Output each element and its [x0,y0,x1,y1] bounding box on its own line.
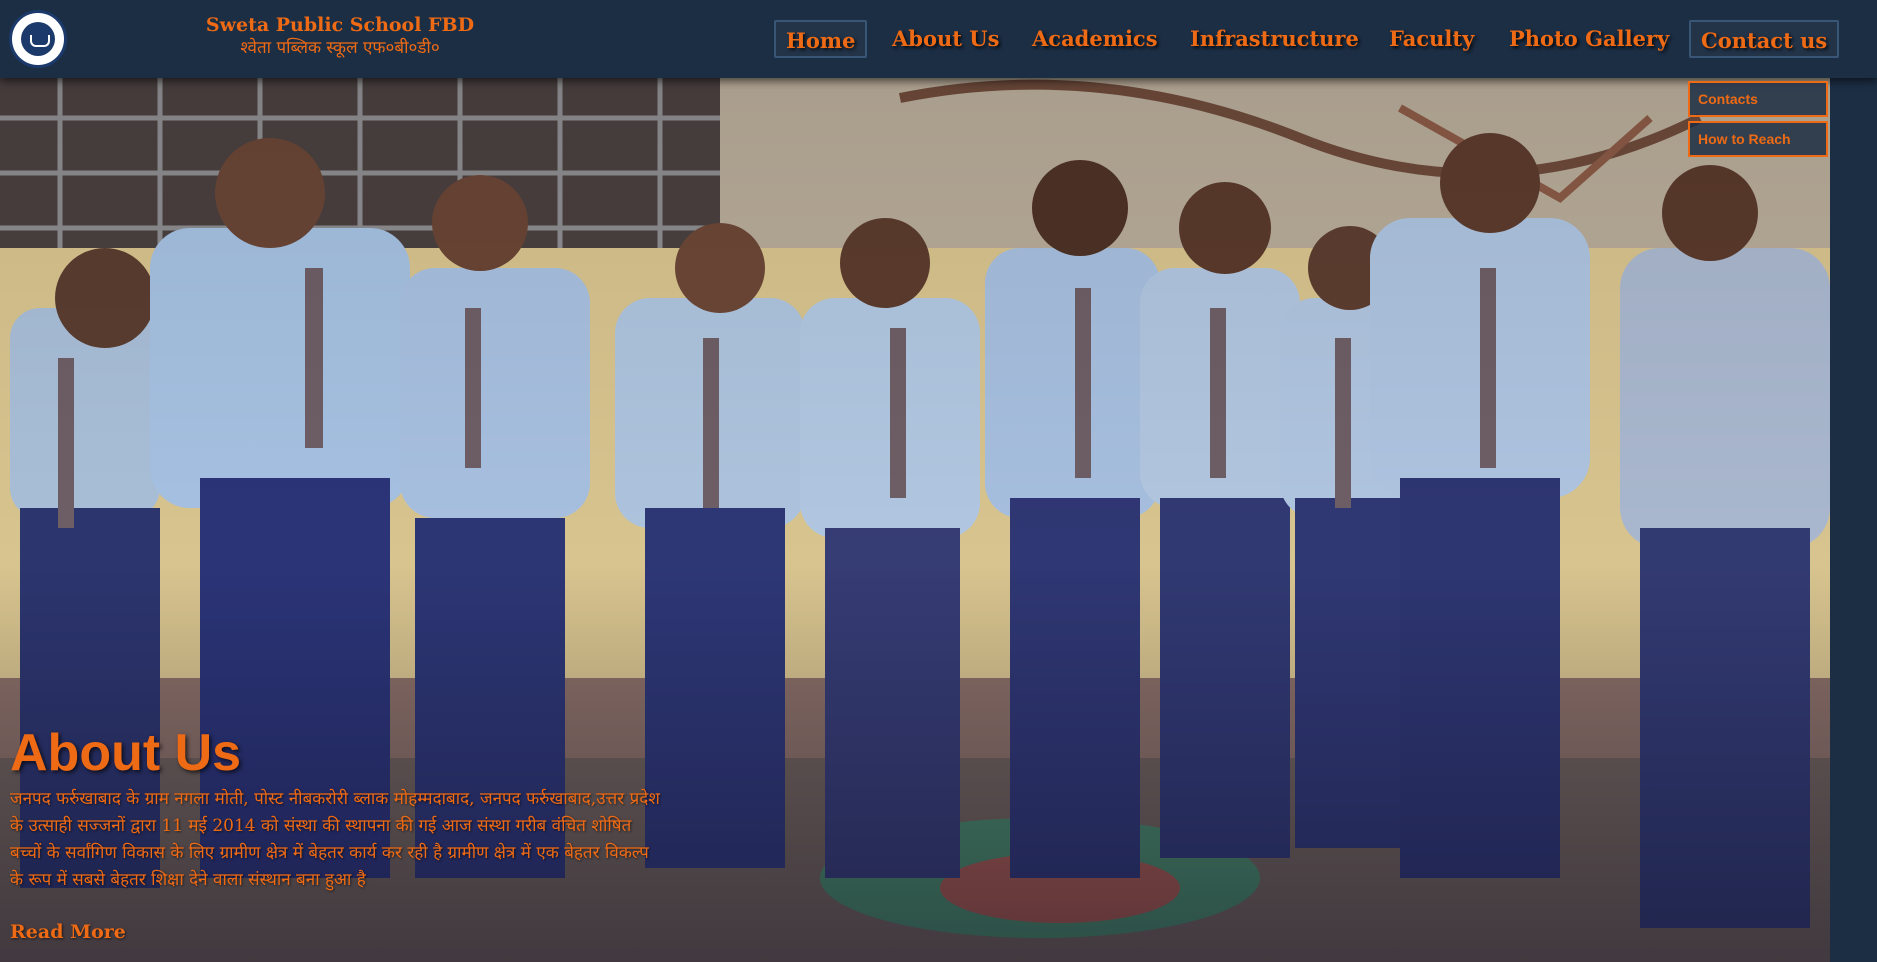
nav-photo-gallery[interactable]: Photo Gallery [1509,20,1669,58]
school-logo-icon[interactable] [9,10,67,68]
dropdown-item-how-to-reach[interactable]: How to Reach [1688,121,1828,157]
page: Sweta Public School FBD श्वेता पब्लिक स्… [0,0,1877,962]
nav-about-us[interactable]: About Us [892,20,999,58]
nav-home[interactable]: Home [774,20,868,58]
nav-academics[interactable]: Academics [1032,20,1158,58]
school-name[interactable]: Sweta Public School FBD [160,14,520,36]
dropdown-item-contacts[interactable]: Contacts [1688,81,1828,117]
right-edge-strip [1830,78,1877,962]
school-name-hindi: श्वेता पब्लिक स्कूल एफ०बी०डी० [240,38,440,58]
read-more-link[interactable]: Read More [10,919,126,945]
nav-faculty[interactable]: Faculty [1389,20,1474,58]
site-header: Sweta Public School FBD श्वेता पब्लिक स्… [0,0,1877,78]
about-us-description: जनपद फर्रुखाबाद के ग्राम नगला मोती, पोस्… [10,789,660,890]
nav-contact-us[interactable]: Contact us [1689,20,1840,58]
logo-book-icon [30,35,50,47]
about-us-heading: About Us [10,724,242,782]
nav-infrastructure[interactable]: Infrastructure [1190,20,1359,58]
contact-dropdown-menu: Contacts How to Reach [1688,81,1828,161]
